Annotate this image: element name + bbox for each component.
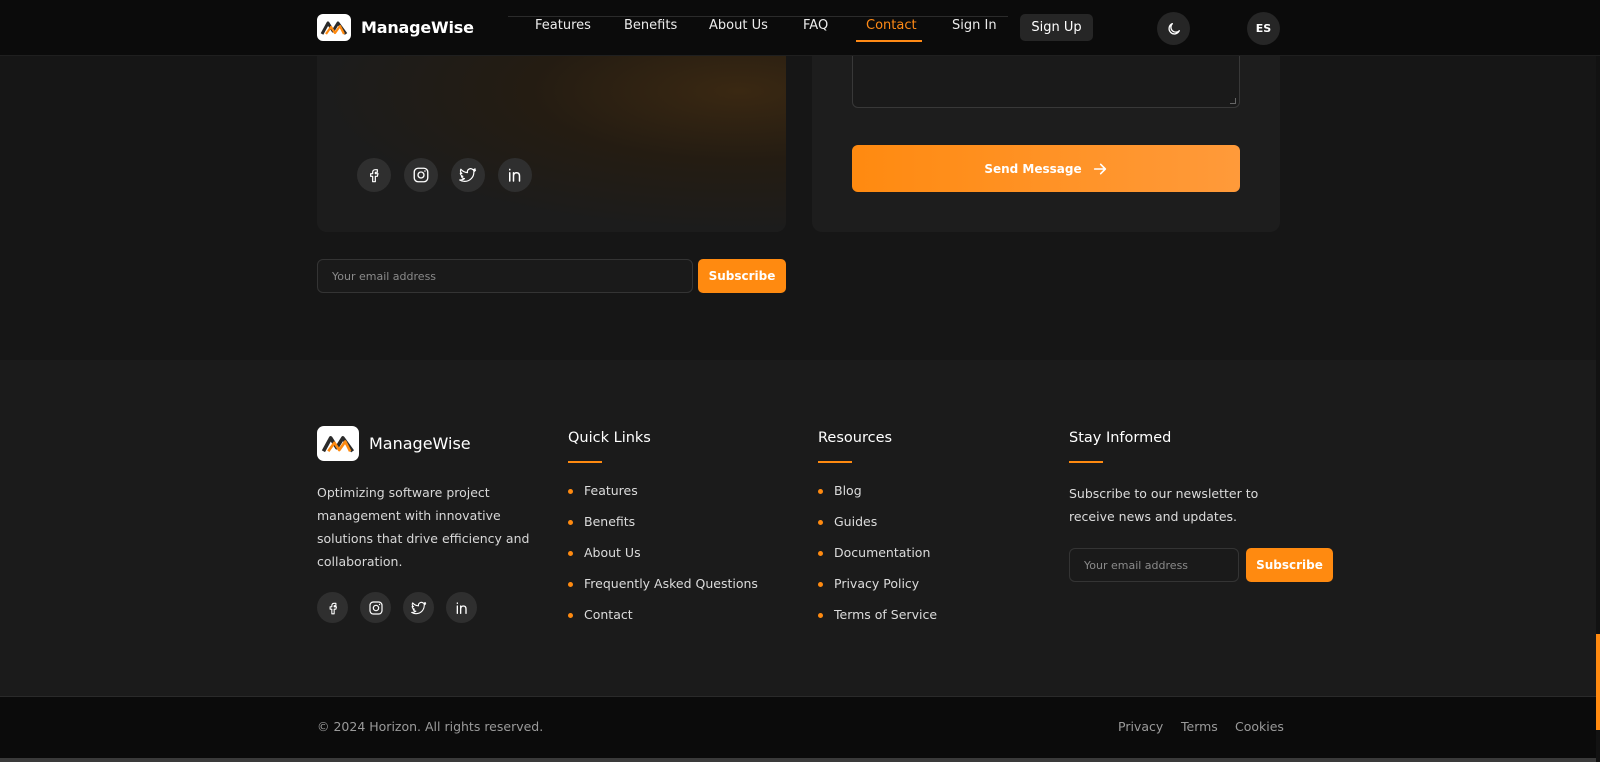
active-nav-underline [856,40,922,42]
facebook-icon[interactable] [317,592,348,623]
page-scrollbar[interactable] [1596,0,1600,762]
message-textarea[interactable] [852,56,1240,108]
instagram-icon[interactable] [360,592,391,623]
send-message-button[interactable]: Send Message [852,145,1240,192]
footer-brand-name: ManageWise [369,434,471,453]
contact-info-card [317,56,786,232]
contact-social-links [357,158,532,192]
bottom-link-terms[interactable]: Terms [1181,719,1218,734]
resources-list: Blog Guides Documentation Privacy Policy… [818,482,937,637]
site-footer: ManageWise Optimizing software project m… [0,360,1600,696]
brand-name: ManageWise [361,18,474,37]
footer-link-privacy-policy[interactable]: Privacy Policy [818,575,937,606]
send-message-label: Send Message [984,161,1082,176]
newsletter-email-input-top[interactable]: Your email address [317,259,693,293]
linkedin-icon[interactable] [446,592,477,623]
stay-informed-description: Subscribe to our newsletter to receive n… [1069,486,1259,524]
bottom-edge-strip [0,758,1600,762]
arrow-right-icon [1093,163,1106,174]
footer-description: Optimizing software project management w… [317,485,530,569]
resources-accent-bar [818,461,852,463]
resources-title: Resources [818,430,893,446]
nav-link-about-us[interactable]: About Us [709,18,768,33]
facebook-icon[interactable] [357,158,391,192]
subscribe-button-top[interactable]: Subscribe [698,259,786,293]
footer-link-contact[interactable]: Contact [568,606,758,637]
theme-toggle-button[interactable] [1157,12,1190,45]
language-button[interactable]: ES [1247,12,1280,45]
top-navbar: ManageWise Features Benefits About Us FA… [0,0,1600,56]
footer-link-blog[interactable]: Blog [818,482,937,513]
twitter-icon[interactable] [451,158,485,192]
footer-link-guides[interactable]: Guides [818,513,937,544]
footer-link-faq[interactable]: Frequently Asked Questions [568,575,758,606]
footer-link-about-us[interactable]: About Us [568,544,758,575]
instagram-icon[interactable] [404,158,438,192]
nav-link-contact[interactable]: Contact [866,18,917,33]
stay-informed-accent-bar [1069,461,1103,463]
logo-icon [317,14,351,41]
twitter-icon[interactable] [403,592,434,623]
contact-form-card: Send Message [812,56,1280,232]
footer-link-benefits[interactable]: Benefits [568,513,758,544]
quick-links-accent-bar [568,461,602,463]
stay-informed-title: Stay Informed [1069,430,1172,446]
footer-link-features[interactable]: Features [568,482,758,513]
bottom-bar: © 2024 Horizon. All rights reserved. Pri… [0,696,1600,762]
nav-link-faq[interactable]: FAQ [803,18,828,33]
nav-link-sign-in[interactable]: Sign In [952,18,997,33]
footer-link-documentation[interactable]: Documentation [818,544,937,575]
footer-logo-icon [317,426,359,461]
footer-link-terms-of-service[interactable]: Terms of Service [818,606,937,637]
linkedin-icon[interactable] [498,158,532,192]
footer-social-links [317,592,477,623]
copyright-text: © 2024 Horizon. All rights reserved. [317,719,544,734]
resize-handle[interactable] [1230,98,1236,104]
quick-links-title: Quick Links [568,430,651,446]
nav-link-features[interactable]: Features [535,18,591,33]
sign-up-button[interactable]: Sign Up [1020,14,1093,41]
nav-link-benefits[interactable]: Benefits [624,18,677,33]
footer-brand[interactable]: ManageWise [317,426,471,461]
scrollbar-thumb[interactable] [1596,634,1600,730]
brand-logo-link[interactable]: ManageWise [317,14,474,41]
bottom-link-cookies[interactable]: Cookies [1235,719,1284,734]
subscribe-button-footer[interactable]: Subscribe [1246,548,1333,582]
nav-divider [508,16,1008,17]
quick-links-list: Features Benefits About Us Frequently As… [568,482,758,637]
newsletter-email-input-footer[interactable]: Your email address [1069,548,1239,582]
moon-icon [1167,22,1180,35]
bottom-link-privacy[interactable]: Privacy [1118,719,1163,734]
